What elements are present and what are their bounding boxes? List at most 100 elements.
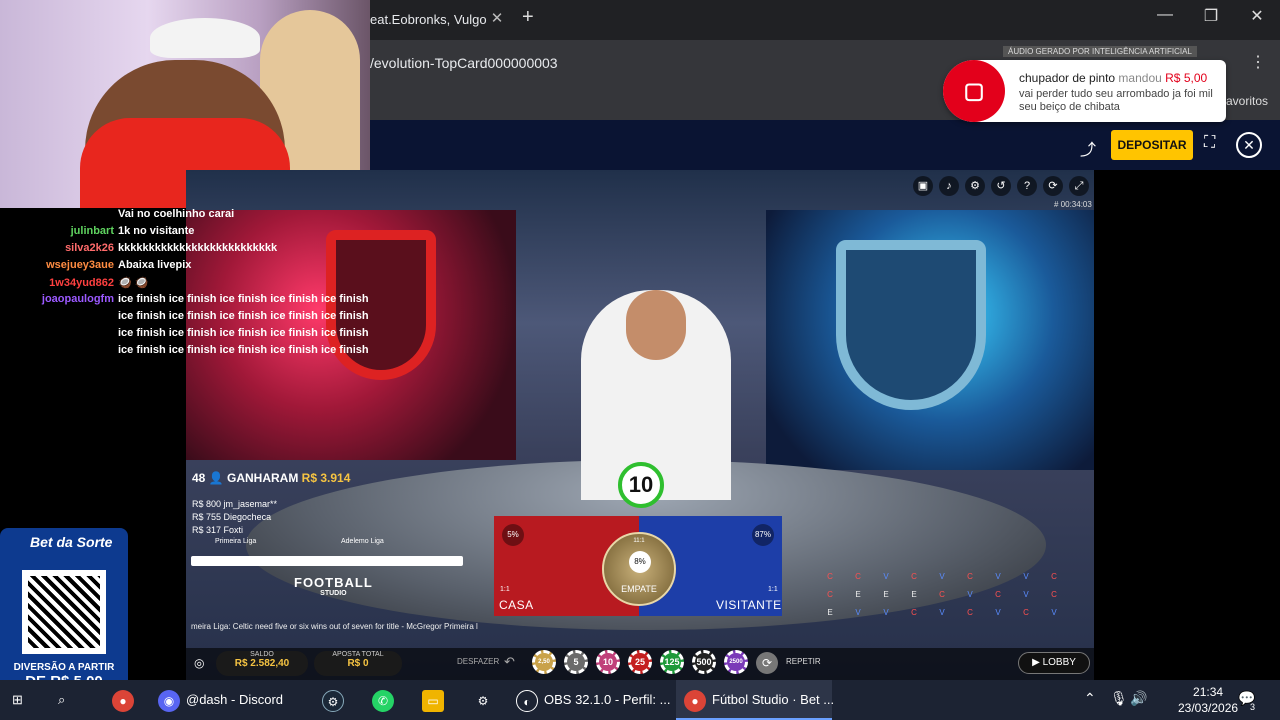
share-icon[interactable]: ⤴ [1080, 136, 1096, 160]
chip-button[interactable]: 125 [660, 650, 684, 674]
chip-button[interactable]: 500 [692, 650, 716, 674]
road-cell: E [883, 590, 889, 599]
lobby-button[interactable]: ▶ LOBBY [1018, 652, 1090, 674]
settings-gear-icon[interactable]: ⚙ [472, 680, 500, 720]
user-icon: 👤 [208, 471, 224, 485]
sponsor-line1: DIVERSÃO A PARTIR [13, 662, 115, 673]
reload-icon[interactable]: ⟳ [1043, 176, 1063, 196]
repeat-icon[interactable]: ⟳ [756, 652, 778, 674]
chat-message: silva2k26 kkkkkkkkkkkkkkkkkkkkkkkkkk [0, 242, 277, 254]
chat-username[interactable]: silva2k26 [0, 242, 114, 254]
restore-button[interactable]: ❐ [1196, 6, 1226, 26]
url-field[interactable]: /evolution-TopCard000000003 [370, 55, 558, 71]
chat-text: ice finish ice finish ice finish ice fin… [118, 344, 369, 356]
close-game-button[interactable]: ✕ [1236, 132, 1262, 158]
history-icon[interactable]: ↺ [991, 176, 1011, 196]
chat-username[interactable]: julinbart [0, 225, 114, 237]
road-cell: V [1023, 572, 1029, 581]
visitante-label: VISITANTE [716, 598, 782, 612]
chip-button[interactable]: 25 [628, 650, 652, 674]
chip-button[interactable]: 5 [564, 650, 588, 674]
road-cell: V [1023, 590, 1029, 599]
casa-odds: 1:1 [500, 586, 510, 593]
logo-title: FOOTBALL [294, 575, 373, 590]
road-cell: V [995, 608, 1001, 617]
football-studio-logo: FOOTBALL STUDIO [294, 575, 373, 597]
tab-title[interactable]: eat.Eobronks, Vulgo [370, 12, 487, 27]
deposit-button[interactable]: DEPOSITAR [1111, 130, 1193, 160]
windows-taskbar: ⊞ ⌕ ● ◉ @dash - Discord ⚙ ✆ ▭ ⚙ ◐ OBS 32.1… [0, 680, 1280, 720]
chat-text: ice finish ice finish ice finish ice fin… [118, 293, 369, 305]
road-cell: E [911, 590, 917, 599]
stream-chat: Vai no coelhinho carai julinbart 1k no vis… [0, 208, 370, 368]
volume-icon[interactable]: ♪ [939, 176, 959, 196]
undo-icon[interactable]: ↶ [504, 654, 515, 670]
folder-icon[interactable]: ▭ [422, 680, 450, 720]
chat-text: kkkkkkkkkkkkkkkkkkkkkkkkkk [118, 242, 278, 254]
fullscreen-video-icon[interactable]: ⤢ [1069, 176, 1089, 196]
steam-icon[interactable]: ⚙ [322, 680, 350, 720]
alert-message: vai perder tudo seu arrombado ja foi mil… [1019, 88, 1213, 113]
search-icon[interactable]: ⌕ [58, 680, 65, 720]
chat-text: Abaixa livepix [118, 259, 192, 271]
taskbar-discord[interactable]: ◉ @dash - Discord [158, 680, 288, 720]
chip-button[interactable]: 2500 [724, 650, 748, 674]
game-controls-bar: ◎ SALDO R$ 2.582,40 APOSTA TOTAL R$ 0 DE… [186, 648, 1094, 680]
tab-close-icon[interactable]: ✕ [488, 9, 506, 27]
chip-button[interactable]: 2,50 [532, 650, 556, 674]
road-cell: C [1051, 590, 1057, 599]
new-tab-button[interactable]: + [522, 6, 534, 29]
chat-username[interactable]: 1w34yud862 [0, 277, 114, 289]
system-clock[interactable]: 21:34 23/03/2026 [1178, 684, 1238, 716]
road-cell: V [883, 572, 889, 581]
winner-row: R$ 755 Diegocheca [192, 511, 277, 524]
window-close-button[interactable]: ✕ [1242, 6, 1272, 26]
qr-code [22, 570, 106, 654]
balance-display: SALDO R$ 2.582,40 [216, 651, 308, 676]
chat-username[interactable]: wsejuey3aue [0, 259, 114, 271]
more-menu-icon[interactable]: ⋮ [1250, 52, 1266, 72]
help-icon[interactable]: ? [1017, 176, 1037, 196]
alert-action: mandou [1118, 71, 1162, 85]
whatsapp-icon[interactable]: ✆ [372, 680, 400, 720]
alert-header: chupador de pinto mandou R$ 5,00 [1019, 71, 1207, 85]
settings-icon[interactable]: ⚙ [965, 176, 985, 196]
winners-amount: R$ 3.914 [301, 471, 351, 485]
tray-chevron-icon[interactable]: ⌃ [1084, 690, 1096, 707]
chip-stack-icon[interactable]: ◎ [194, 656, 204, 670]
microphone-icon[interactable]: 🎙 [1110, 690, 1128, 707]
repeat-label[interactable]: REPETIR [786, 657, 821, 666]
road-cell: C [939, 590, 945, 599]
balance-value: R$ 2.582,40 [234, 658, 290, 669]
chat-message: joaopaulogfm ice finish ice finish ice fi… [0, 293, 369, 305]
lobby-label: LOBBY [1042, 657, 1076, 668]
winners-summary: 48 👤 GANHARAM R$ 3.914 [192, 471, 350, 485]
road-cell: V [939, 572, 945, 581]
start-icon[interactable]: ⊞ [12, 680, 23, 720]
taskbar-obs[interactable]: ◐ OBS 32.1.0 - Perfil: ... [516, 680, 670, 720]
discord-label: @dash - Discord [186, 692, 284, 707]
speaker-icon[interactable]: 🔊 [1130, 690, 1147, 707]
livepix-logo-icon: ▢ [943, 60, 1005, 122]
chat-username[interactable]: joaopaulogfm [0, 293, 114, 305]
fullscreen-icon[interactable]: ⛶ [1204, 134, 1215, 152]
chat-message: 1w34yud862 🥥 🥥 [0, 276, 148, 289]
balance-label: SALDO [250, 651, 274, 658]
minimize-button[interactable]: — [1150, 6, 1180, 24]
casa-percent: 5% [502, 524, 524, 546]
chat-text: Vai no coelhinho carai [118, 208, 235, 220]
taskbar-chrome-game[interactable]: ● Fútbol Studio · Bet ... [676, 680, 834, 720]
donation-alert: ▢ chupador de pinto mandou R$ 5,00 vai p… [943, 60, 1226, 122]
empate-odds: 11:1 [633, 538, 645, 544]
chrome-icon[interactable]: ● [112, 680, 140, 720]
chip-button[interactable]: 10 [596, 650, 620, 674]
bookmarks-folder[interactable]: avoritos [1226, 94, 1268, 108]
road-cell: C [827, 590, 833, 599]
winner-amount: R$ 800 [192, 499, 222, 509]
video-icon[interactable]: ▣ [913, 176, 933, 196]
ai-audio-note: ÁUDIO GERADO POR INTELIGÊNCIA ARTIFICIAL [1003, 46, 1197, 57]
empate-percent: 8% [629, 551, 651, 573]
bet-empate[interactable]: 11:1 8% EMPATE [602, 532, 676, 606]
road-cell: C [967, 608, 973, 617]
chat-message: ice finish ice finish ice finish ice fin… [0, 310, 369, 322]
